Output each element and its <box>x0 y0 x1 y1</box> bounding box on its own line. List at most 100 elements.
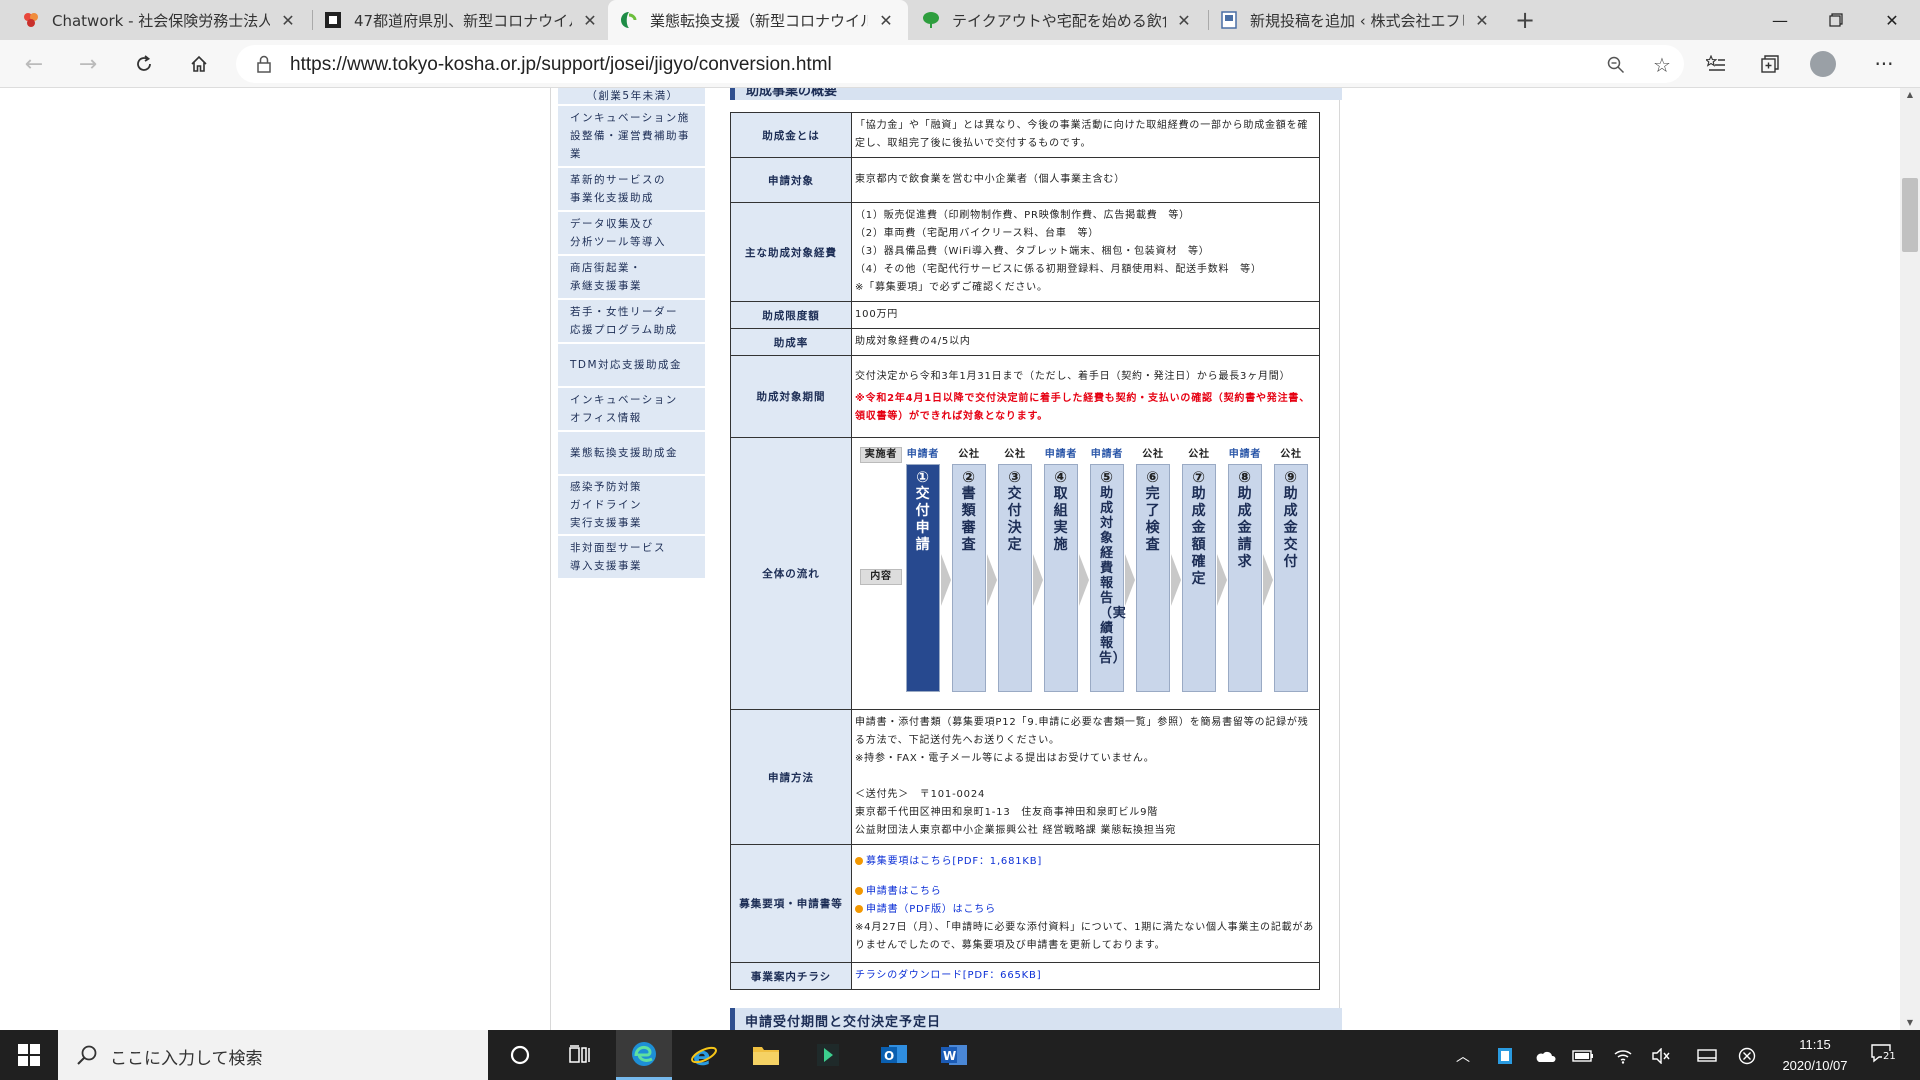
zoom-icon[interactable] <box>1602 51 1630 79</box>
sidebar-item-conversion-support[interactable]: 業態転換支援助成金 <box>558 432 705 476</box>
app-tray-icon[interactable] <box>1494 1045 1516 1067</box>
close-window-icon[interactable]: ✕ <box>1864 0 1920 40</box>
flow-step-label: 助成金交付 <box>1283 485 1299 570</box>
lock-icon[interactable] <box>256 55 272 77</box>
favorites-list-icon[interactable] <box>1698 46 1734 82</box>
flow-step-label: 取組実施 <box>1053 485 1069 553</box>
scrollbar-thumb[interactable] <box>1902 178 1918 252</box>
address-bar[interactable]: https://www.tokyo-kosha.or.jp/support/jo… <box>236 45 1684 83</box>
outlook-icon[interactable]: O <box>866 1030 922 1080</box>
tab-new-post[interactable]: 新規投稿を追加 ‹ 株式会社エフピー ✕ <box>1208 0 1504 40</box>
minimize-icon[interactable]: — <box>1752 0 1808 40</box>
row-label: 申請方法 <box>730 709 852 845</box>
flow-step-box: ⑧ 助成金請求 <box>1228 463 1262 692</box>
home-icon[interactable] <box>181 46 217 82</box>
wifi-icon[interactable] <box>1612 1045 1634 1067</box>
sidebar-item-label: 業態転換支援助成金 <box>570 447 678 459</box>
url-text[interactable]: https://www.tokyo-kosha.or.jp/support/jo… <box>290 54 832 76</box>
back-icon[interactable]: ← <box>16 46 52 82</box>
cortana-icon[interactable] <box>492 1030 548 1080</box>
sidebar-item-incubation-facility[interactable]: インキュベーション施 設整備・運営費補助事 業 <box>558 106 705 168</box>
restore-icon[interactable] <box>1808 0 1864 40</box>
flow-step-number: ⑤ <box>1100 467 1114 486</box>
close-tab-icon[interactable]: ✕ <box>876 11 896 30</box>
bullet-icon <box>855 856 863 865</box>
volume-muted-icon[interactable] <box>1650 1045 1672 1067</box>
row-value: （1）販売促進費（印刷物制作費、PR映像制作費、広告掲載費 等） （2）車両費（… <box>851 202 1320 302</box>
sidebar-item-label: インキュベーション <box>570 394 678 406</box>
flow-step-number: ⑨ <box>1284 467 1298 486</box>
taskbar-search-box[interactable]: ここに入力して検索 <box>58 1030 488 1080</box>
sidebar-item-non-face-to-face[interactable]: 非対面型サービス 導入支援事業 <box>558 536 705 580</box>
row-label: 助成金とは <box>730 112 852 158</box>
close-tab-icon[interactable]: ✕ <box>1472 11 1492 30</box>
section-header-application-period: 申請受付期間と交付決定予定日 <box>730 1008 1342 1030</box>
flow-step-label: 助成金額確定 <box>1191 485 1207 587</box>
table-row: 主な助成対象経費 （1）販売促進費（印刷物制作費、PR映像制作費、広告掲載費 等… <box>730 202 1320 302</box>
onedrive-icon[interactable] <box>1534 1045 1556 1067</box>
sidebar-item-young-women-leaders[interactable]: 若手・女性リーダー 応援プログラム助成 <box>558 300 705 344</box>
table-row: 全体の流れ 実施者 内容 申請者 ① 交付申請 公社 ② 書類審査 公社 ③ 交付決定 申請者 ④ 取… <box>730 437 1320 710</box>
sidebar-item-innovative-service[interactable]: 革新的サービスの 事業化支援助成 <box>558 168 705 212</box>
display-icon[interactable] <box>1696 1045 1718 1067</box>
edge-app-icon[interactable] <box>616 1030 672 1080</box>
section-header-overview: 助成事業の概要 <box>730 88 1342 100</box>
sidebar-item-label: データ収集及び <box>570 218 654 230</box>
sidebar-item-label: 実行支援事業 <box>570 517 642 529</box>
notification-count: 21 <box>1882 1051 1897 1062</box>
new-tab-icon[interactable]: + <box>1510 0 1540 40</box>
table-row: 申請方法 申請書・添付書類（募集要項P12「9.申請に必要な書類一覧」参照）を簡… <box>730 709 1320 845</box>
link-text[interactable]: 申請書（PDF版）はこちら <box>866 904 996 915</box>
flow-step-label: 交付決定 <box>1007 485 1023 553</box>
profile-avatar[interactable] <box>1810 51 1836 77</box>
sidebar-item-shopping-street[interactable]: 商店街起業・ 承継支援事業 <box>558 256 705 300</box>
internet-explorer-icon[interactable]: e <box>676 1030 732 1080</box>
tab-strip: Chatwork - 社会保険労務士法人い ✕ 47都道府県別、新型コロナウイル… <box>0 0 1920 40</box>
taskbar-clock[interactable]: 11:15 2020/10/07 <box>1780 1034 1850 1076</box>
close-tab-icon[interactable]: ✕ <box>1174 11 1194 30</box>
flow-arrow <box>1263 553 1273 606</box>
scroll-down-icon[interactable]: ▼ <box>1900 1016 1920 1030</box>
browser-toolbar: ← → https://www.tokyo-kosha.or.jp/suppor… <box>0 40 1920 88</box>
sidebar-item-tdm[interactable]: TDM対応支援助成金 <box>558 344 705 388</box>
application-pdf-link[interactable]: 申請書（PDF版）はこちら <box>855 901 1315 919</box>
flyer-download-link[interactable]: チラシのダウンロード[PDF：665KB] <box>855 970 1041 981</box>
refresh-icon[interactable] <box>126 46 162 82</box>
file-explorer-icon[interactable] <box>738 1030 794 1080</box>
flow-step: 申請者 ⑤ 助成対象経費報告（実績報告） <box>1090 447 1126 692</box>
sidebar-item-infection-prevention[interactable]: 感染予防対策 ガイドライン 実行支援事業 <box>558 476 705 536</box>
app-arrow-icon[interactable] <box>800 1030 856 1080</box>
table-row: 助成率 助成対象経費の4/5以内 <box>730 328 1320 356</box>
notification-center[interactable]: 21 <box>1870 1043 1897 1067</box>
ime-disabled-icon[interactable] <box>1736 1045 1758 1067</box>
guidelines-link[interactable]: 募集要項はこちら[PDF：1,681KB] <box>855 853 1315 871</box>
tab-covid-prefecture[interactable]: 47都道府県別、新型コロナウイルス ✕ <box>312 0 612 40</box>
word-icon[interactable]: W <box>926 1030 982 1080</box>
tab-takeout[interactable]: テイクアウトや宅配を始める飲食店の ✕ <box>910 0 1206 40</box>
link-text[interactable]: 募集要項はこちら[PDF：1,681KB] <box>866 856 1042 867</box>
tab-conversion-support[interactable]: 業態転換支援（新型コロナウイルス ✕ <box>608 0 908 40</box>
row-label: 助成率 <box>730 328 852 356</box>
application-link[interactable]: 申請書はこちら <box>855 883 1315 901</box>
close-tab-icon[interactable]: ✕ <box>278 11 298 30</box>
close-tab-icon[interactable]: ✕ <box>580 11 600 30</box>
tab-chatwork[interactable]: Chatwork - 社会保険労務士法人い ✕ <box>10 0 310 40</box>
flow-step-actor: 申請者 <box>1090 448 1124 460</box>
sidebar-item-label: 非対面型サービス <box>570 542 666 554</box>
more-menu-icon[interactable]: ··· <box>1866 46 1902 82</box>
link-text[interactable]: 申請書はこちら <box>866 886 942 897</box>
flow-step-actor: 申請者 <box>906 448 940 460</box>
scroll-up-icon[interactable]: ▲ <box>1900 88 1920 102</box>
forward-icon[interactable]: → <box>70 46 106 82</box>
battery-icon[interactable] <box>1572 1045 1594 1067</box>
sidebar-item-startup[interactable]: （創業5年未満） <box>558 88 705 106</box>
show-hidden-icons-icon[interactable]: ︿ <box>1452 1045 1474 1067</box>
sidebar-item-data-tools[interactable]: データ収集及び 分析ツール等導入 <box>558 212 705 256</box>
windows-start-icon[interactable] <box>0 1030 58 1080</box>
task-view-icon[interactable] <box>552 1030 608 1080</box>
favorite-star-icon[interactable]: ☆ <box>1648 51 1676 79</box>
search-placeholder[interactable]: ここに入力して検索 <box>110 1044 263 1069</box>
collections-icon[interactable] <box>1752 46 1788 82</box>
sidebar-item-incubation-office[interactable]: インキュベーション オフィス情報 <box>558 388 705 432</box>
row-label: 事業案内チラシ <box>730 962 852 990</box>
